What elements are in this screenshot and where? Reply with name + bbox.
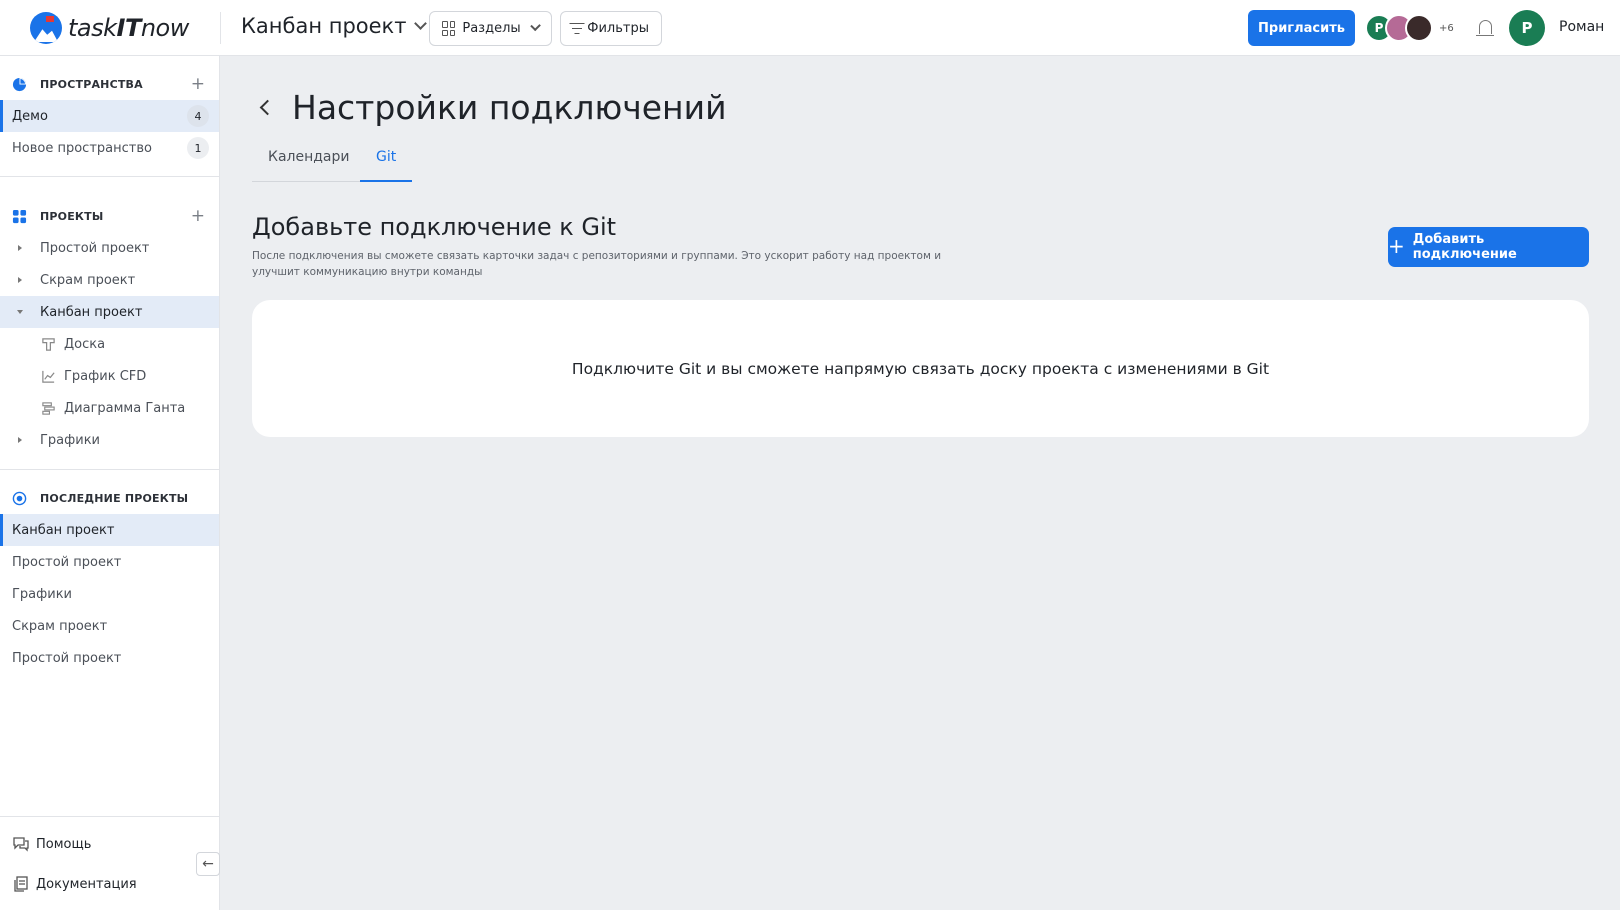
bell-icon[interactable] [1476, 20, 1494, 36]
document-icon [14, 876, 28, 892]
section-description: После подключения вы сможете связать кар… [252, 250, 942, 278]
sidebar-item-space[interactable]: Демо 4 [0, 100, 219, 132]
docs-link[interactable]: Документация [0, 868, 219, 900]
page-title: Настройки подключений [292, 88, 727, 127]
sidebar-item-gantt[interactable]: Диаграмма Ганта [0, 392, 219, 424]
collapse-sidebar-button[interactable]: ← [196, 852, 220, 876]
line-chart-icon [42, 370, 55, 383]
sidebar-item-cfd-chart[interactable]: График CFD [0, 360, 219, 392]
top-bar: taskITnow Канбан проект Разделы Фильтры … [0, 0, 1620, 56]
pie-chart-icon [12, 77, 27, 91]
recent-section-header: ПОСЛЕДНИЕ ПРОЕКТЫ [0, 484, 219, 512]
logo-text: taskITnow [68, 14, 189, 42]
chevron-down-icon [414, 17, 428, 30]
help-link[interactable]: Помощь [0, 828, 219, 860]
help-label: Помощь [36, 836, 92, 852]
empty-state-card: Подключите Git и вы сможете напрямую свя… [252, 300, 1589, 437]
apps-icon [12, 209, 27, 223]
sections-dropdown[interactable]: Разделы [429, 11, 552, 46]
sidebar-item-label: Доска [64, 336, 106, 352]
user-name[interactable]: Роман [1559, 19, 1604, 35]
sidebar-item-project[interactable]: Простой проект [0, 232, 219, 264]
sidebar-item-recent[interactable]: Скрам проект [0, 610, 219, 642]
sidebar-item-label: Новое пространство [12, 140, 152, 156]
sidebar-item-space[interactable]: Новое пространство 1 [0, 132, 219, 164]
count-badge: 1 [187, 137, 209, 159]
sidebar-item-recent[interactable]: Простой проект [0, 546, 219, 578]
sidebar-item-board[interactable]: Доска [0, 328, 219, 360]
add-space-icon[interactable]: + [191, 75, 205, 93]
divider [0, 469, 219, 470]
more-members-count[interactable]: +6 [1439, 23, 1454, 34]
caret-right-icon[interactable] [18, 437, 22, 443]
sidebar-item-label: Простой проект [40, 240, 150, 256]
empty-state-text: Подключите Git и вы сможете напрямую свя… [571, 359, 1270, 378]
section-heading: Добавьте подключение к Git [252, 213, 617, 241]
sidebar-item-label: Простой проект [12, 554, 122, 570]
filter-icon [569, 22, 585, 35]
chevron-down-icon [529, 20, 541, 32]
projects-title: ПРОЕКТЫ [40, 209, 104, 223]
sidebar-item-recent[interactable]: Простой проект [0, 642, 219, 674]
sidebar-item-charts[interactable]: Графики [0, 424, 219, 456]
active-tab-indicator [360, 180, 412, 182]
sidebar-item-recent[interactable]: Канбан проект [0, 514, 219, 546]
board-icon [42, 337, 55, 351]
caret-right-icon[interactable] [18, 245, 22, 251]
divider [0, 816, 219, 817]
sidebar-item-recent[interactable]: Графики [0, 578, 219, 610]
projects-section-header: ПРОЕКТЫ + [0, 202, 219, 230]
caret-right-icon[interactable] [18, 277, 22, 283]
sidebar: ПРОСТРАНСТВА + Демо 4 Новое пространство… [0, 56, 220, 910]
settings-tabs: Календари Git [252, 140, 412, 182]
sidebar-item-label: Скрам проект [12, 618, 108, 634]
filters-button[interactable]: Фильтры [560, 11, 662, 46]
add-connection-button[interactable]: + Добавить подключение [1388, 227, 1589, 267]
sidebar-item-label: Диаграмма Ганта [64, 400, 186, 416]
sidebar-item-project[interactable]: Канбан проект [0, 296, 219, 328]
count-badge: 4 [187, 105, 209, 127]
sidebar-item-label: Скрам проект [40, 272, 136, 288]
user-avatar[interactable]: Р [1509, 10, 1545, 46]
logo-mountain-icon [30, 12, 62, 44]
add-connection-label: Добавить подключение [1412, 232, 1517, 262]
caret-down-icon[interactable] [17, 310, 23, 314]
tab-git[interactable]: Git [376, 149, 396, 165]
app-logo[interactable]: taskITnow [30, 12, 189, 44]
tab-calendars[interactable]: Календари [268, 149, 349, 165]
member-avatars[interactable]: Р +6 [1365, 14, 1454, 42]
sidebar-item-label: Канбан проект [40, 304, 143, 320]
sidebar-item-label: Графики [40, 432, 101, 448]
divider [0, 176, 219, 177]
back-arrow-icon[interactable] [259, 99, 276, 116]
sidebar-item-label: Графики [12, 586, 73, 602]
gantt-icon [42, 401, 55, 415]
divider [220, 12, 221, 44]
chat-bubble-icon [13, 837, 29, 852]
spaces-title: ПРОСТРАНСТВА [40, 77, 143, 91]
filters-label: Фильтры [587, 21, 649, 36]
plus-icon: + [1388, 234, 1405, 258]
project-title: Канбан проект [241, 14, 407, 38]
grid-icon [442, 21, 456, 36]
docs-label: Документация [36, 876, 137, 892]
sidebar-item-label: Простой проект [12, 650, 122, 666]
recent-title: ПОСЛЕДНИЕ ПРОЕКТЫ [40, 491, 189, 505]
sections-label: Разделы [462, 21, 521, 36]
history-icon [12, 491, 27, 505]
invite-button[interactable]: Пригласить [1248, 10, 1355, 46]
sidebar-item-label: Канбан проект [12, 522, 115, 538]
sidebar-item-label: График CFD [64, 368, 147, 384]
add-project-icon[interactable]: + [191, 207, 205, 225]
spaces-section-header: ПРОСТРАНСТВА + [0, 70, 219, 98]
project-switcher[interactable]: Канбан проект [241, 14, 428, 38]
sidebar-item-project[interactable]: Скрам проект [0, 264, 219, 296]
arrow-left-icon: ← [202, 856, 214, 872]
sidebar-item-label: Демо [12, 108, 48, 124]
avatar[interactable] [1405, 14, 1433, 42]
